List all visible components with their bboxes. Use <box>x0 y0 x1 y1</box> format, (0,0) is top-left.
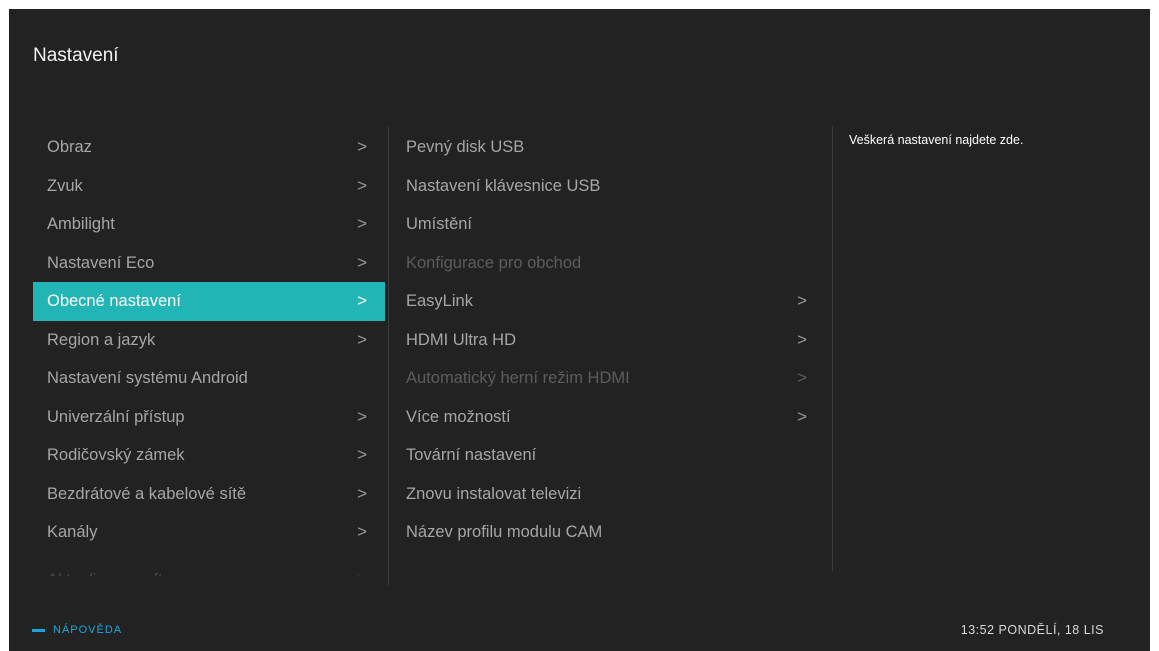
submenu-item-factory-reset[interactable]: Tovární nastavení <box>395 436 815 475</box>
menu-item-ambilight[interactable]: Ambilight > <box>33 205 385 244</box>
menu-item-label: Region a jazyk <box>47 330 156 349</box>
submenu-item-easylink[interactable]: EasyLink > <box>395 282 815 321</box>
menu-item-label: Ambilight <box>47 215 115 233</box>
menu-item-label: Obraz <box>47 138 92 156</box>
menu-item-networks[interactable]: Bezdrátové a kabelové sítě > <box>33 475 385 514</box>
chevron-right-icon: > <box>357 252 367 272</box>
tv-settings-screen: Nastavení Obraz > Zvuk > Ambilight > Nas… <box>9 9 1150 651</box>
column-divider <box>832 126 833 571</box>
menu-item-label: Kanály <box>47 523 98 541</box>
submenu-item-shop-config: Konfigurace pro obchod <box>395 244 815 283</box>
chevron-right-icon: > <box>357 137 367 156</box>
chevron-right-icon: > <box>357 175 367 195</box>
chevron-right-icon: > <box>797 368 807 387</box>
submenu-item-usb-disk[interactable]: Pevný disk USB <box>395 128 815 167</box>
menu-item-obraz[interactable]: Obraz > <box>33 128 385 167</box>
submenu-item-label: Umístění <box>406 215 473 233</box>
menu-item-label: Nastavení systému Android <box>47 369 248 387</box>
submenu-item-label: Pevný disk USB <box>406 138 525 156</box>
submenu-item-location[interactable]: Umístění <box>395 205 815 244</box>
submenu-item-label: Nastavení klávesnice USB <box>406 176 601 195</box>
chevron-right-icon: > <box>797 406 807 426</box>
menu-item-label: Bezdrátové a kabelové sítě <box>47 484 247 503</box>
submenu-item-cam-profile[interactable]: Název profilu modulu CAM <box>395 513 815 552</box>
submenu-item-label: HDMI Ultra HD <box>406 330 516 349</box>
submenu-item-label: EasyLink <box>406 292 473 310</box>
submenu-item-label: Konfigurace pro obchod <box>406 253 582 272</box>
menu-item-eco[interactable]: Nastavení Eco > <box>33 244 385 283</box>
menu-item-region-language[interactable]: Region a jazyk > <box>33 321 385 360</box>
menu-item-general-selected[interactable]: Obecné nastavení > <box>33 282 385 321</box>
submenu-item-label: Název profilu modulu CAM <box>406 523 603 541</box>
menu-item-label: Zvuk <box>47 176 83 195</box>
main-menu: Obraz > Zvuk > Ambilight > Nastavení Eco… <box>33 128 385 576</box>
chevron-right-icon: > <box>357 522 367 541</box>
menu-item-software-update[interactable]: Aktualizace softwaru > <box>33 552 385 576</box>
submenu-item-label: Znovu instalovat televizi <box>406 484 582 503</box>
chevron-right-icon: > <box>357 561 367 576</box>
submenu-item-auto-game-mode: Automatický herní režim HDMI > <box>395 359 815 398</box>
column-divider <box>388 126 389 586</box>
chevron-right-icon: > <box>357 445 367 464</box>
menu-item-parental-lock[interactable]: Rodičovský zámek > <box>33 436 385 475</box>
sub-menu: Pevný disk USB Nastavení klávesnice USB … <box>395 128 815 552</box>
menu-item-channels[interactable]: Kanály > <box>33 513 385 552</box>
submenu-item-hdmi-ultra-hd[interactable]: HDMI Ultra HD > <box>395 321 815 360</box>
chevron-right-icon: > <box>797 291 807 310</box>
clock-date: 13:52 PONDĚLÍ, 18 LIS <box>960 623 1104 637</box>
submenu-item-usb-keyboard[interactable]: Nastavení klávesnice USB <box>395 167 815 206</box>
submenu-item-label: Více možností <box>406 407 511 426</box>
menu-item-zvuk[interactable]: Zvuk > <box>33 167 385 206</box>
submenu-item-more-options[interactable]: Více možností > <box>395 398 815 437</box>
menu-item-label: Rodičovský zámek <box>47 446 185 464</box>
menu-item-accessibility[interactable]: Univerzální přístup > <box>33 398 385 437</box>
menu-item-label: Nastavení Eco <box>47 253 155 272</box>
menu-item-android-settings[interactable]: Nastavení systému Android <box>33 359 385 398</box>
menu-item-label: Univerzální přístup <box>47 407 185 426</box>
menu-item-label: Obecné nastavení <box>47 292 181 310</box>
chevron-right-icon: > <box>797 329 807 349</box>
page-title: Nastavení <box>33 45 119 66</box>
menu-item-label: Aktualizace softwaru <box>47 561 198 576</box>
submenu-item-label: Automatický herní režim HDMI <box>406 369 630 387</box>
submenu-item-label: Tovární nastavení <box>406 446 537 464</box>
help-button[interactable]: NÁPOVĚDA <box>32 624 122 636</box>
chevron-right-icon: > <box>357 291 367 310</box>
chevron-right-icon: > <box>357 406 367 426</box>
chevron-right-icon: > <box>357 483 367 503</box>
help-label: NÁPOVĚDA <box>53 624 123 636</box>
submenu-item-reinstall-tv[interactable]: Znovu instalovat televizi <box>395 475 815 514</box>
chevron-right-icon: > <box>357 214 367 233</box>
info-text: Veškerá nastavení najdete zde. <box>849 133 1024 147</box>
chevron-right-icon: > <box>357 329 367 349</box>
blue-key-icon <box>32 628 45 632</box>
